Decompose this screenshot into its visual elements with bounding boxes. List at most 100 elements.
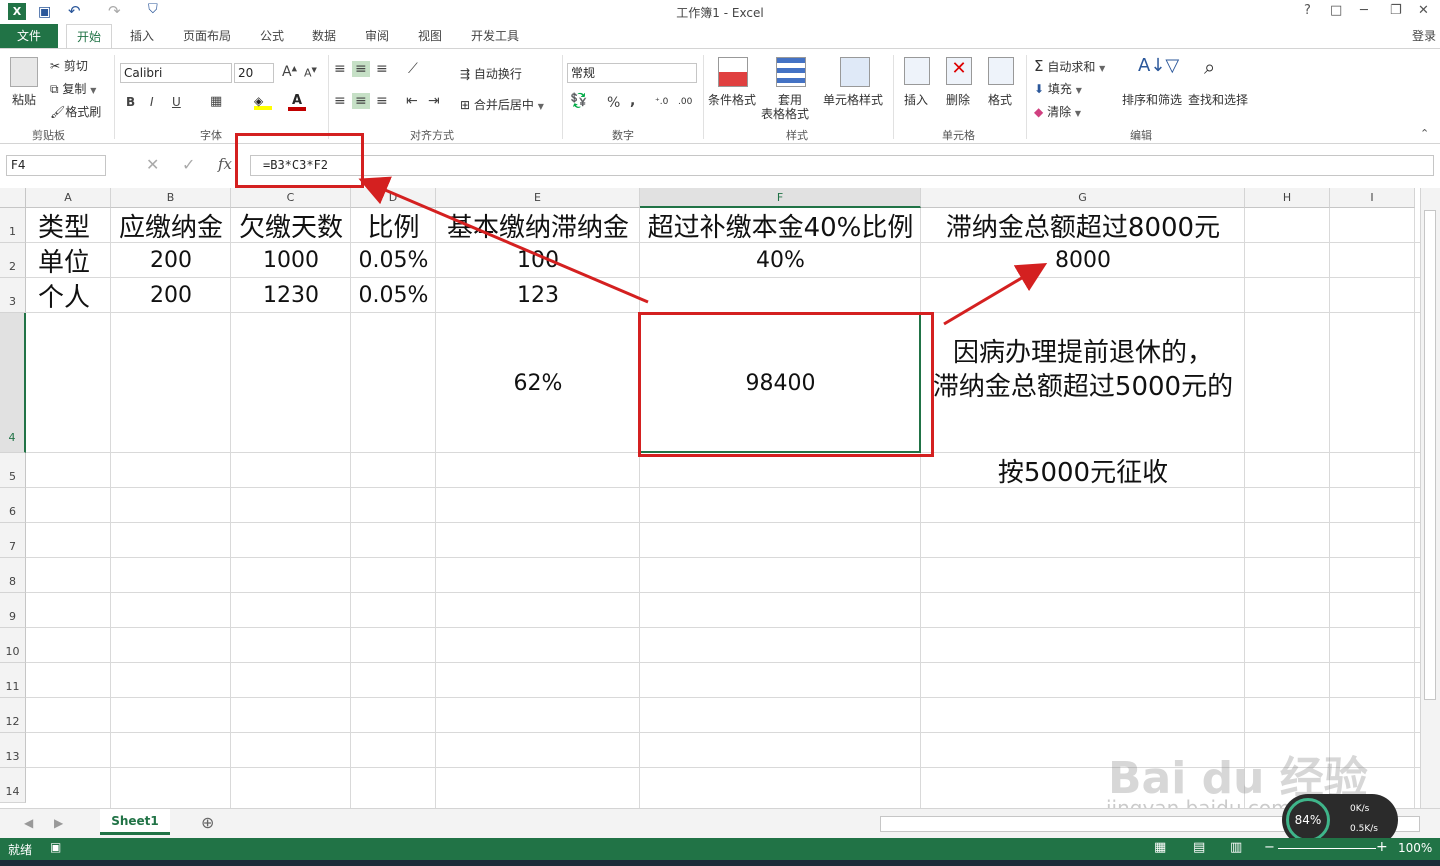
cell-c3[interactable]: 1230 — [231, 278, 351, 313]
sort-filter-icon[interactable]: A↓▽ — [1138, 55, 1179, 76]
align-right-icon[interactable]: ≡ — [376, 93, 388, 109]
tab-review[interactable]: 审阅 — [357, 24, 397, 48]
align-left-icon[interactable]: ≡ — [334, 93, 346, 109]
tab-page-layout[interactable]: 页面布局 — [176, 24, 238, 48]
currency-icon[interactable]: 💱 — [570, 93, 587, 109]
cell-c1[interactable]: 欠缴天数 — [231, 208, 351, 243]
wrap-text-button[interactable]: ⇶ 自动换行 — [460, 65, 522, 82]
decrease-indent-icon[interactable]: ⇤ — [406, 93, 418, 109]
tab-developer[interactable]: 开发工具 — [464, 24, 526, 48]
align-top-icon[interactable]: ≡ — [334, 61, 346, 77]
tab-home[interactable]: 开始 — [66, 24, 112, 49]
row-header-5[interactable]: 5 — [0, 453, 26, 488]
number-format-box[interactable]: 常规 — [567, 63, 697, 83]
zoom-level[interactable]: 100% — [1398, 841, 1432, 855]
font-name-box[interactable]: Calibri — [120, 63, 232, 83]
decrease-decimal-icon[interactable]: .00 — [678, 97, 692, 107]
comma-button[interactable]: , — [630, 93, 635, 109]
close-button[interactable]: ✕ — [1418, 3, 1429, 18]
conditional-format-icon[interactable] — [718, 57, 748, 87]
enter-icon[interactable]: ✓ — [182, 155, 195, 174]
paste-button[interactable]: 粘贴 — [12, 91, 36, 108]
copy-button[interactable]: ⧉ 复制 ▼ — [50, 80, 96, 97]
cell-f2[interactable]: 40% — [640, 243, 921, 278]
cell-g2[interactable]: 8000 — [921, 243, 1245, 278]
cell-e2[interactable]: 100 — [436, 243, 640, 278]
font-color-icon[interactable]: A — [288, 93, 306, 111]
find-select-icon[interactable]: ⌕ — [1204, 55, 1215, 79]
sheet-tab-sheet1[interactable]: Sheet1 — [100, 809, 170, 835]
signin-link[interactable]: 登录 — [1408, 24, 1440, 48]
row-header-4[interactable]: 4 — [0, 313, 26, 453]
next-sheet-icon[interactable]: ▶ — [54, 816, 63, 830]
cell-b2[interactable]: 200 — [111, 243, 231, 278]
zoom-in-icon[interactable]: + — [1376, 839, 1388, 855]
insert-cells-button[interactable]: 插入 — [904, 91, 928, 108]
vertical-scroll-thumb[interactable] — [1424, 210, 1436, 700]
fill-color-icon[interactable]: ◈ — [254, 94, 272, 110]
col-header-g[interactable]: G — [921, 188, 1245, 208]
cell-styles-icon[interactable] — [840, 57, 870, 87]
percent-button[interactable]: % — [607, 95, 620, 111]
cell-f1[interactable]: 超过补缴本金40%比例 — [640, 208, 921, 243]
insert-cells-icon[interactable] — [904, 57, 930, 85]
col-header-i[interactable]: I — [1330, 188, 1415, 208]
format-cells-button[interactable]: 格式 — [988, 91, 1012, 108]
row-header-2[interactable]: 2 — [0, 243, 26, 278]
row-header-14[interactable]: 14 — [0, 768, 26, 803]
tab-file[interactable]: 文件 — [0, 24, 58, 48]
increase-indent-icon[interactable]: ⇥ — [428, 93, 440, 109]
format-cells-icon[interactable] — [988, 57, 1014, 85]
row-header-12[interactable]: 12 — [0, 698, 26, 733]
cell-c2[interactable]: 1000 — [231, 243, 351, 278]
merge-center-button[interactable]: ⊞ 合并后居中 ▼ — [460, 96, 544, 113]
shrink-font-icon[interactable]: A▼ — [304, 66, 317, 80]
paste-icon[interactable] — [10, 57, 38, 87]
page-break-view-icon[interactable]: ▥ — [1230, 840, 1242, 855]
tab-insert[interactable]: 插入 — [122, 24, 162, 48]
format-painter-button[interactable]: 🖌格式刷 — [50, 103, 101, 120]
col-header-f[interactable]: F — [640, 188, 921, 208]
align-center-icon[interactable]: ≡ — [352, 93, 370, 109]
cell-d1[interactable]: 比例 — [351, 208, 436, 243]
row-header-9[interactable]: 9 — [0, 593, 26, 628]
cell-a3[interactable]: 个人 — [26, 278, 111, 313]
align-bottom-icon[interactable]: ≡ — [376, 61, 388, 77]
restore-button[interactable]: ❐ — [1390, 3, 1402, 18]
underline-button[interactable]: U — [172, 95, 181, 109]
zoom-slider[interactable] — [1278, 848, 1376, 849]
cell-a1[interactable]: 类型 — [26, 208, 111, 243]
cell-a2[interactable]: 单位 — [26, 243, 111, 278]
cell-styles-button[interactable]: 单元格样式 — [823, 91, 883, 108]
cut-button[interactable]: ✂ 剪切 — [50, 57, 88, 74]
grow-font-icon[interactable]: A▲ — [282, 64, 297, 80]
tab-formulas[interactable]: 公式 — [252, 24, 292, 48]
row-header-13[interactable]: 13 — [0, 733, 26, 768]
fill-button[interactable]: ⬇ 填充 ▼ — [1034, 80, 1082, 97]
row-header-3[interactable]: 3 — [0, 278, 26, 313]
italic-button[interactable]: I — [150, 95, 154, 109]
row-header-10[interactable]: 10 — [0, 628, 26, 663]
borders-icon[interactable]: ▦ — [210, 94, 222, 109]
col-header-b[interactable]: B — [111, 188, 231, 208]
row-header-8[interactable]: 8 — [0, 558, 26, 593]
worksheet-grid[interactable]: A B C D E F G H I 1 2 3 4 5 6 7 8 9 10 1… — [0, 188, 1420, 808]
align-middle-icon[interactable]: ≡ — [352, 61, 370, 77]
col-header-c[interactable]: C — [231, 188, 351, 208]
find-select-button[interactable]: 查找和选择 — [1188, 91, 1248, 108]
sort-filter-button[interactable]: 排序和筛选 — [1122, 91, 1182, 108]
format-table-label2[interactable]: 表格格式 — [761, 105, 809, 122]
cell-b3[interactable]: 200 — [111, 278, 231, 313]
cell-g1[interactable]: 滞纳金总额超过8000元 — [921, 208, 1245, 243]
cell-e1[interactable]: 基本缴纳滞纳金 — [436, 208, 640, 243]
ribbon-display-button[interactable]: □ — [1330, 3, 1342, 18]
row-header-6[interactable]: 6 — [0, 488, 26, 523]
collapse-ribbon-icon[interactable]: ⌃ — [1420, 127, 1429, 140]
row-header-1[interactable]: 1 — [0, 208, 26, 243]
cell-d3[interactable]: 0.05% — [351, 278, 436, 313]
minimize-button[interactable]: ─ — [1360, 3, 1368, 18]
macro-record-icon[interactable]: ▣ — [50, 840, 61, 854]
increase-decimal-icon[interactable]: ⁺.0 — [655, 97, 668, 107]
bold-button[interactable]: B — [126, 95, 135, 109]
format-table-icon[interactable] — [776, 57, 806, 87]
